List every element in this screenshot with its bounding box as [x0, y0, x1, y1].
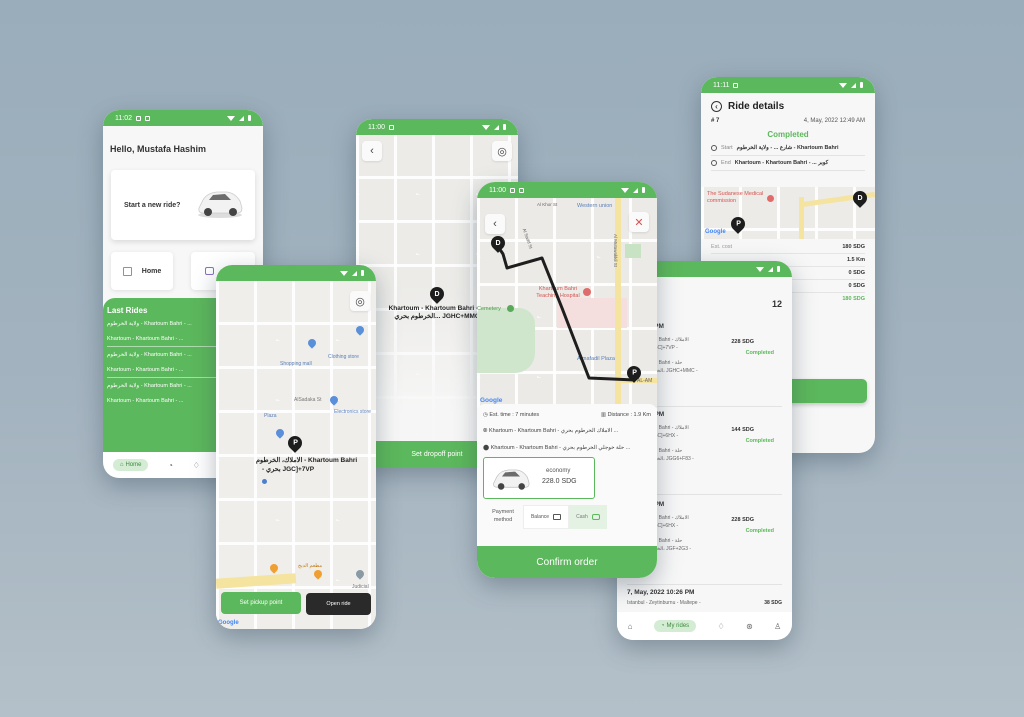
start-label: Start — [721, 145, 733, 151]
new-ride-card[interactable]: Start a new ride? — [111, 170, 255, 240]
chevron-left-icon: ‹ — [493, 218, 497, 230]
nav-support[interactable]: ⊛ — [746, 622, 753, 631]
end-address: Khartoum - Khartoum Bahri - ... كوبر — [734, 160, 829, 166]
pickup-map[interactable]: ◎ Shopping mall Clothing store AlSadaka … — [216, 281, 376, 629]
car-icon — [493, 469, 530, 490]
ride-status: Completed — [767, 130, 809, 139]
distance: ▥ Distance : 1.9 Km — [600, 412, 651, 418]
profile-icon: ♙ — [774, 621, 782, 631]
bell-icon: ♢ — [192, 460, 200, 470]
detail-row: Est. cost 180 SDG — [711, 241, 865, 254]
bottom-nav: ⌂ ◔ My rides ♢ ⊛ ♙ — [617, 612, 792, 640]
status-time: 11:00 — [489, 186, 506, 194]
home-icon — [122, 266, 132, 276]
ride-map[interactable]: The Sudanese Medical commission D P Goog… — [701, 187, 875, 239]
pickup-screen: ◎ Shopping mall Clothing store AlSadaka … — [216, 265, 376, 629]
card-icon — [553, 514, 562, 520]
dropoff-address: Khartoum - Khartoum Bahri - حلة خوجلي ال… — [490, 445, 631, 451]
start-address: شارع ... - ولاية الخرطوم - Khartoum Bahr… — [736, 145, 839, 151]
electronics-poi-icon — [328, 394, 340, 406]
home-icon: ⌂ — [627, 621, 633, 631]
location-pin-icon — [711, 145, 717, 151]
current-location-dot — [262, 479, 267, 484]
chevron-left-icon: ‹ — [370, 145, 374, 157]
open-ride-button[interactable]: Open ride — [306, 593, 371, 615]
greeting: Hello, Mustafa Hashim — [110, 144, 207, 154]
vehicle-class: economy — [546, 468, 571, 474]
bell-icon: ♢ — [717, 621, 725, 631]
judicial-poi-icon — [354, 568, 366, 580]
dropoff-pin: D — [850, 188, 870, 208]
rides-icon: ◔ — [660, 623, 665, 629]
map-icon: ▥ — [600, 412, 608, 418]
vehicle-price: 228.0 SDG — [542, 478, 577, 485]
crosshair-icon: ◎ — [355, 295, 365, 308]
google-logo: Google — [705, 229, 726, 235]
est-time: ◷ Est. time : 7 minutes — [483, 412, 540, 418]
payment-label: Payment method — [492, 509, 514, 523]
nav-home[interactable]: ⌂ — [628, 622, 633, 631]
confirm-order-button[interactable]: Confirm order — [477, 546, 657, 578]
google-logo: Google — [480, 397, 503, 404]
rides-icon: ◔ — [168, 460, 174, 470]
pickup-address-line1: الاملاك، الخرطوم - Khartoum Bahri — [256, 457, 358, 464]
status-bar — [216, 265, 376, 281]
status-time: 11:00 — [368, 123, 385, 131]
crosshair-icon: ◎ — [497, 145, 507, 158]
pickup-address: Khartoum - Khartoum Bahri - الاملاك الخر… — [488, 428, 619, 434]
pickup-pin: P — [285, 433, 305, 453]
status-bar: 11:00 — [356, 119, 518, 135]
pickup-address-line2: - بحري JGC]+7VP — [262, 466, 315, 474]
back-button[interactable]: ‹ — [485, 214, 505, 234]
clothing-poi-icon — [354, 324, 366, 336]
end-label: End — [721, 160, 731, 166]
page-title: Ride details — [728, 101, 785, 112]
hospital-icon — [767, 195, 774, 202]
support-icon: ⊛ — [746, 621, 753, 631]
close-icon: ✕ — [634, 216, 644, 229]
confirm-order-screen: 11:00 Al Khor St Western union Al Sadd S… — [477, 182, 657, 578]
shortcut-home[interactable]: Home — [111, 252, 173, 290]
my-location-button[interactable]: ◎ — [492, 141, 512, 161]
nav-notifications[interactable]: ♢ — [718, 622, 725, 631]
my-location-button[interactable]: ◎ — [350, 291, 370, 311]
google-logo: Google — [218, 620, 239, 626]
nav-home[interactable]: ⌂ Home — [112, 459, 149, 471]
nav-profile[interactable]: ♙ — [774, 622, 781, 631]
pickup-pin: P — [728, 214, 748, 234]
payment-balance[interactable]: Balance — [523, 505, 569, 529]
status-bar: 11:02 — [103, 110, 263, 126]
new-ride-prompt: Start a new ride? — [124, 202, 181, 209]
ride-date: 4, May, 2022 12:49 AM — [803, 118, 865, 124]
map-poi-label: The Sudanese Medical commission — [707, 191, 764, 204]
car-icon — [198, 191, 243, 218]
ride-number: # 7 — [711, 118, 720, 124]
status-time: 11:02 — [115, 114, 132, 122]
rides-count: 12 — [771, 299, 782, 309]
status-bar: 11:00 — [477, 182, 657, 198]
dropoff-location-icon: ⬤ — [483, 445, 491, 451]
plaza-poi-icon — [274, 427, 286, 439]
ride-group[interactable]: 7, May, 2022 10:26 PM Istanbul - Zeytinb… — [627, 589, 782, 606]
nav-notifications[interactable]: ♢ — [193, 461, 200, 470]
briefcase-icon — [204, 267, 214, 275]
back-button[interactable]: ‹ — [362, 141, 382, 161]
route-map[interactable]: Al Khor St Western union Al Sadd St Al M… — [477, 198, 657, 408]
home-icon: ⌂ — [119, 462, 124, 468]
payment-cash[interactable]: Cash — [569, 505, 607, 529]
set-pickup-button[interactable]: Set pickup point — [221, 592, 301, 614]
status-bar: 11:11 — [701, 77, 875, 93]
nav-rides[interactable]: ◔ — [168, 461, 173, 470]
shopping-poi-icon — [306, 337, 318, 349]
location-pin-icon — [711, 160, 717, 166]
back-icon[interactable]: ‹ — [711, 101, 722, 112]
vehicle-option[interactable]: economy 228.0 SDG — [483, 457, 595, 499]
status-time: 11:11 — [713, 81, 730, 89]
cancel-button[interactable]: ✕ — [629, 212, 649, 232]
restaurant-poi-icon — [268, 562, 280, 574]
nav-my-rides[interactable]: ◔ My rides — [653, 620, 697, 632]
cash-icon — [591, 514, 600, 520]
cafe-poi-icon — [312, 568, 324, 580]
